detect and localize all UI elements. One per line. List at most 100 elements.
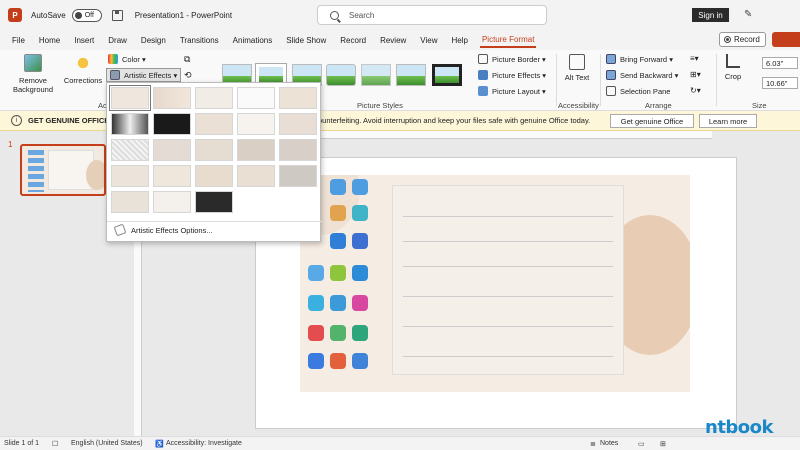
effect-light-screen[interactable] (111, 139, 149, 161)
sign-in-button[interactable]: Sign in (692, 8, 729, 22)
tab-record[interactable]: Record (338, 34, 368, 47)
tab-insert[interactable]: Insert (72, 34, 96, 47)
pen-icon[interactable]: ✎ (744, 9, 756, 21)
sketch-line (403, 266, 613, 267)
effect-chalk-sketch[interactable] (111, 113, 149, 135)
spelling-icon[interactable]: ☐ (52, 440, 58, 448)
change-picture-icon[interactable]: ⟲ (184, 70, 192, 81)
tab-picture-format[interactable]: Picture Format (479, 33, 537, 48)
powerpoint-logo-icon: P (8, 8, 22, 22)
bring-forward-button[interactable]: Bring Forward ▾ (606, 54, 673, 64)
app-icon-sketch (330, 353, 346, 369)
search-box[interactable]: Search (317, 5, 547, 25)
tab-file[interactable]: File (10, 34, 27, 47)
picture-layout-label: Picture Layout (492, 86, 540, 96)
normal-view-icon[interactable]: ▭ (638, 440, 645, 448)
color-button[interactable]: Color ▾ (108, 54, 146, 64)
chevron-down-icon: ▾ (539, 54, 546, 64)
corrections-button[interactable]: Corrections (62, 54, 104, 85)
effect-film-grain[interactable] (195, 139, 233, 161)
record-button[interactable]: Record (719, 32, 766, 47)
artistic-effects-options-item[interactable]: Artistic Effects Options... (113, 223, 213, 237)
width-field[interactable]: 10.66" (762, 77, 798, 89)
effect-pencil-grayscale[interactable] (195, 87, 233, 109)
app-icon-sketch (330, 295, 346, 311)
effect-pastels-smooth[interactable] (237, 165, 275, 187)
tab-view[interactable]: View (418, 34, 439, 47)
app-icon-sketch (330, 179, 346, 195)
selection-pane-button[interactable]: Selection Pane (606, 86, 670, 96)
artistic-effects-options-icon (113, 223, 127, 237)
effect-glow-diffused[interactable] (237, 113, 275, 135)
save-icon[interactable] (111, 9, 123, 21)
brand-watermark: ntbook (705, 417, 774, 438)
picture-effects-button[interactable]: Picture Effects ▾ (478, 70, 546, 80)
accessibility-icon: ♿ (155, 440, 164, 448)
app-icon-sketch (352, 233, 368, 249)
compress-pictures-icon[interactable]: ⧉ (184, 54, 190, 65)
notification-message: ounterfeiting. Avoid interruption and ke… (318, 116, 591, 125)
picture-layout-button[interactable]: Picture Layout ▾ (478, 86, 546, 96)
align-icon[interactable]: ≡▾ (690, 54, 699, 63)
height-field[interactable]: 6.03" (762, 57, 798, 69)
tab-home[interactable]: Home (37, 34, 62, 47)
tab-design[interactable]: Design (139, 34, 168, 47)
accessibility-group-label: Accessibility (558, 101, 599, 110)
effect-glass[interactable] (279, 139, 317, 161)
learn-more-button[interactable]: Learn more (699, 114, 757, 128)
chevron-down-icon: ▾ (667, 54, 673, 64)
artistic-effects-button[interactable]: Artistic Effects ▾ (106, 68, 182, 82)
tab-draw[interactable]: Draw (106, 34, 129, 47)
group-icon[interactable]: ⊞▾ (690, 70, 701, 79)
tab-animations[interactable]: Animations (231, 34, 275, 47)
picture-style-5[interactable] (361, 64, 391, 86)
thumbnail-icons (28, 150, 44, 192)
picture-style-7[interactable] (432, 64, 462, 86)
picture-style-6[interactable] (396, 64, 426, 86)
effect-texturizer[interactable] (153, 165, 191, 187)
tab-help[interactable]: Help (450, 34, 470, 47)
dropdown-divider (107, 221, 322, 222)
get-genuine-office-button[interactable]: Get genuine Office (610, 114, 694, 128)
effect-paint-strokes[interactable] (153, 113, 191, 135)
effect-photocopy[interactable] (153, 191, 191, 213)
effect-glow-edges[interactable] (195, 191, 233, 213)
effect-blur[interactable] (279, 113, 317, 135)
autosave-toggle[interactable]: Off (71, 8, 102, 22)
slide-thumbnail[interactable] (20, 144, 106, 196)
alt-text-button[interactable]: Alt Text (564, 54, 590, 82)
slide-sorter-icon[interactable]: ⊞ (660, 440, 666, 448)
rotate-icon[interactable]: ↻▾ (690, 86, 701, 95)
effect-crisscross-etching[interactable] (195, 165, 233, 187)
effect-plastic-wrap[interactable] (279, 165, 317, 187)
tab-review[interactable]: Review (378, 34, 408, 47)
picture-border-button[interactable]: Picture Border ▾ (478, 54, 546, 64)
effect-marker[interactable] (153, 87, 191, 109)
sketched-picture[interactable] (300, 175, 690, 392)
selection-pane-icon (606, 86, 616, 96)
picture-style-4[interactable] (326, 64, 356, 86)
effect-mosaic-bubbles[interactable] (237, 139, 275, 161)
tab-slide-show[interactable]: Slide Show (284, 34, 328, 47)
accessibility-status[interactable]: Accessibility: Investigate (166, 440, 242, 447)
effect-none[interactable] (109, 85, 151, 111)
tab-transitions[interactable]: Transitions (178, 34, 221, 47)
app-icon-sketch (308, 353, 324, 369)
artistic-effects-icon (110, 70, 120, 80)
notes-button[interactable]: Notes (600, 440, 618, 447)
send-backward-button[interactable]: Send Backward ▾ (606, 70, 678, 80)
effect-cutout[interactable] (111, 191, 149, 213)
language-status[interactable]: English (United States) (71, 440, 143, 447)
slide-info: Slide 1 of 1 (4, 440, 40, 447)
effect-paint-brush[interactable] (195, 113, 233, 135)
effect-cement[interactable] (111, 165, 149, 187)
app-icon-sketch (308, 265, 324, 281)
app-icon-sketch (330, 233, 346, 249)
crop-button[interactable]: Crop (722, 54, 744, 81)
effect-watercolor-sponge[interactable] (153, 139, 191, 161)
effect-pencil-sketch[interactable] (237, 87, 275, 109)
remove-background-button[interactable]: Remove Background (10, 54, 56, 94)
autosave-label: AutoSave (31, 10, 66, 20)
effect-line-drawing[interactable] (279, 87, 317, 109)
share-button[interactable] (772, 32, 800, 47)
